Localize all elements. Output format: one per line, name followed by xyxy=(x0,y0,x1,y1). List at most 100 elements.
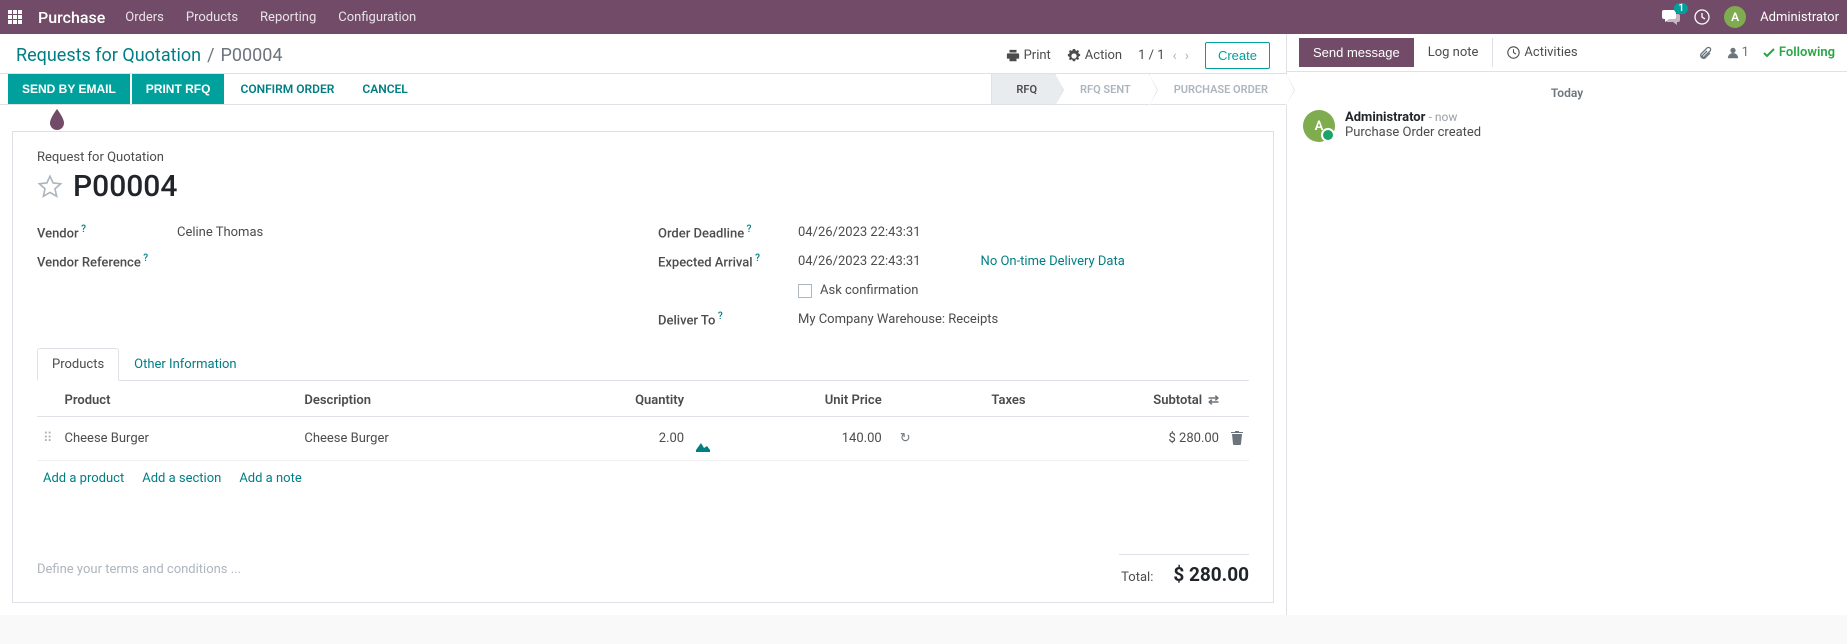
send-by-email-button[interactable]: Send by Email xyxy=(8,74,130,104)
add-product-link[interactable]: Add a product xyxy=(43,471,124,486)
col-unit: Unit Price xyxy=(716,385,888,417)
add-section-link[interactable]: Add a section xyxy=(142,471,221,486)
deadline-label: Order Deadline xyxy=(658,226,744,241)
col-subtotal: Subtotal xyxy=(1153,393,1202,408)
chatter: Send message Log note Activities 1 Follo… xyxy=(1287,34,1847,615)
arrival-value[interactable]: 04/26/2023 22:43:31 xyxy=(798,254,921,269)
refresh-price-icon[interactable]: ↻ xyxy=(900,431,911,446)
msg-author[interactable]: Administrator xyxy=(1345,110,1425,125)
avatar[interactable]: A xyxy=(1303,110,1335,142)
menu-orders[interactable]: Orders xyxy=(125,10,164,25)
avatar[interactable]: A xyxy=(1724,6,1746,28)
breadcrumb-sep: / xyxy=(207,45,214,66)
ask-confirmation-checkbox[interactable] xyxy=(798,284,812,298)
table-row[interactable]: ⠿ Cheese Burger Cheese Burger 2.00 140.0… xyxy=(37,416,1249,460)
breadcrumb-current: P00004 xyxy=(221,45,283,66)
ask-confirmation-label: Ask confirmation xyxy=(820,283,919,298)
total-value: $ 280.00 xyxy=(1173,563,1249,586)
no-delivery-link[interactable]: No On-time Delivery Data xyxy=(981,254,1125,269)
record-name: P00004 xyxy=(73,169,177,204)
person-icon xyxy=(1726,46,1740,60)
tabs: Products Other Information xyxy=(37,348,1249,381)
trash-icon[interactable] xyxy=(1231,431,1243,445)
activities-button[interactable]: Activities xyxy=(1492,38,1591,67)
chat-count: 1 xyxy=(1674,3,1688,14)
conversations-icon[interactable]: 1 xyxy=(1662,9,1680,25)
help-icon[interactable]: ? xyxy=(715,311,722,322)
col-description: Description xyxy=(298,385,538,417)
arrival-label: Expected Arrival xyxy=(658,256,753,271)
followers-button[interactable]: 1 xyxy=(1726,45,1749,60)
apps-icon[interactable] xyxy=(8,8,26,26)
username[interactable]: Administrator xyxy=(1760,10,1839,25)
brand[interactable]: Purchase xyxy=(38,8,105,27)
vendor-label: Vendor xyxy=(37,226,79,241)
print-rfq-button[interactable]: Print RFQ xyxy=(132,74,225,104)
drip-icon xyxy=(48,109,66,131)
log-note-button[interactable]: Log note xyxy=(1414,38,1493,67)
following-button[interactable]: Following xyxy=(1763,45,1835,60)
tab-products[interactable]: Products xyxy=(37,348,119,381)
check-icon xyxy=(1763,47,1775,59)
gear-icon xyxy=(1067,49,1081,63)
pager-pos[interactable]: 1 / 1 xyxy=(1138,48,1164,63)
cell-subtotal: $ 280.00 xyxy=(1032,416,1225,460)
stage-rfq-sent[interactable]: RFQ Sent xyxy=(1055,74,1149,104)
cell-description[interactable]: Cheese Burger xyxy=(298,416,538,460)
statusbar: Send by Email Print RFQ Confirm Order Ca… xyxy=(0,73,1286,105)
help-icon[interactable]: ? xyxy=(141,253,148,264)
help-icon[interactable]: ? xyxy=(744,224,751,235)
sheet-title: Request for Quotation xyxy=(37,150,1249,165)
stage-rfq[interactable]: RFQ xyxy=(991,74,1055,104)
msg-time: - now xyxy=(1429,110,1458,124)
pager: 1 / 1 ‹ › xyxy=(1138,48,1189,64)
date-separator: Today xyxy=(1303,86,1831,100)
cancel-button[interactable]: Cancel xyxy=(348,74,421,104)
clock-icon[interactable] xyxy=(1694,9,1710,25)
msg-body: Purchase Order created xyxy=(1345,125,1481,140)
star-icon[interactable] xyxy=(37,174,63,200)
cell-qty[interactable]: 2.00 xyxy=(538,416,690,460)
control-panel: Requests for Quotation / P00004 Print Ac… xyxy=(0,34,1286,73)
stage-purchase-order[interactable]: Purchase Order xyxy=(1149,74,1286,104)
deadline-value[interactable]: 04/26/2023 22:43:31 xyxy=(798,225,921,240)
col-qty: Quantity xyxy=(538,385,690,417)
order-lines-table: Product Description Quantity Unit Price … xyxy=(37,385,1249,461)
attach-icon[interactable] xyxy=(1698,45,1712,61)
menu-reporting[interactable]: Reporting xyxy=(260,10,316,25)
help-icon[interactable]: ? xyxy=(753,253,760,264)
pager-prev[interactable]: ‹ xyxy=(1173,48,1177,64)
subtotal-options-icon[interactable]: ⇄ xyxy=(1208,393,1219,408)
confirm-order-button[interactable]: Confirm Order xyxy=(226,74,348,104)
form-sheet: Request for Quotation P00004 Vendor ? Ce… xyxy=(12,131,1274,603)
col-product: Product xyxy=(59,385,299,417)
breadcrumb-root[interactable]: Requests for Quotation xyxy=(16,45,201,66)
deliver-value[interactable]: My Company Warehouse: Receipts xyxy=(798,312,998,327)
vendor-value[interactable]: Celine Thomas xyxy=(177,225,263,240)
pager-next[interactable]: › xyxy=(1185,48,1189,64)
menu-configuration[interactable]: Configuration xyxy=(338,10,416,25)
total-label: Total: xyxy=(1121,570,1153,585)
print-button[interactable]: Print xyxy=(1006,48,1051,63)
add-note-link[interactable]: Add a note xyxy=(239,471,301,486)
create-button[interactable]: Create xyxy=(1205,42,1270,69)
message: A Administrator - now Purchase Order cre… xyxy=(1303,110,1831,142)
print-icon xyxy=(1006,49,1020,63)
help-icon[interactable]: ? xyxy=(79,224,86,235)
cell-product[interactable]: Cheese Burger xyxy=(59,416,299,460)
forecast-icon[interactable] xyxy=(696,440,710,452)
vendor-ref-label: Vendor Reference xyxy=(37,256,141,271)
breadcrumb: Requests for Quotation / P00004 xyxy=(16,45,282,66)
cell-unit[interactable]: 140.00 xyxy=(716,416,888,460)
drag-handle-icon[interactable]: ⠿ xyxy=(43,431,53,446)
terms-input[interactable]: Define your terms and conditions ... xyxy=(37,562,241,577)
top-menu: Orders Products Reporting Configuration xyxy=(125,10,416,25)
send-message-button[interactable]: Send message xyxy=(1299,38,1414,67)
menu-products[interactable]: Products xyxy=(186,10,238,25)
topbar: Purchase Orders Products Reporting Confi… xyxy=(0,0,1847,34)
tab-other-info[interactable]: Other Information xyxy=(119,348,251,381)
clock-icon xyxy=(1507,46,1520,59)
action-button[interactable]: Action xyxy=(1067,48,1122,63)
deliver-label: Deliver To xyxy=(658,313,715,328)
cell-taxes[interactable] xyxy=(917,416,1032,460)
